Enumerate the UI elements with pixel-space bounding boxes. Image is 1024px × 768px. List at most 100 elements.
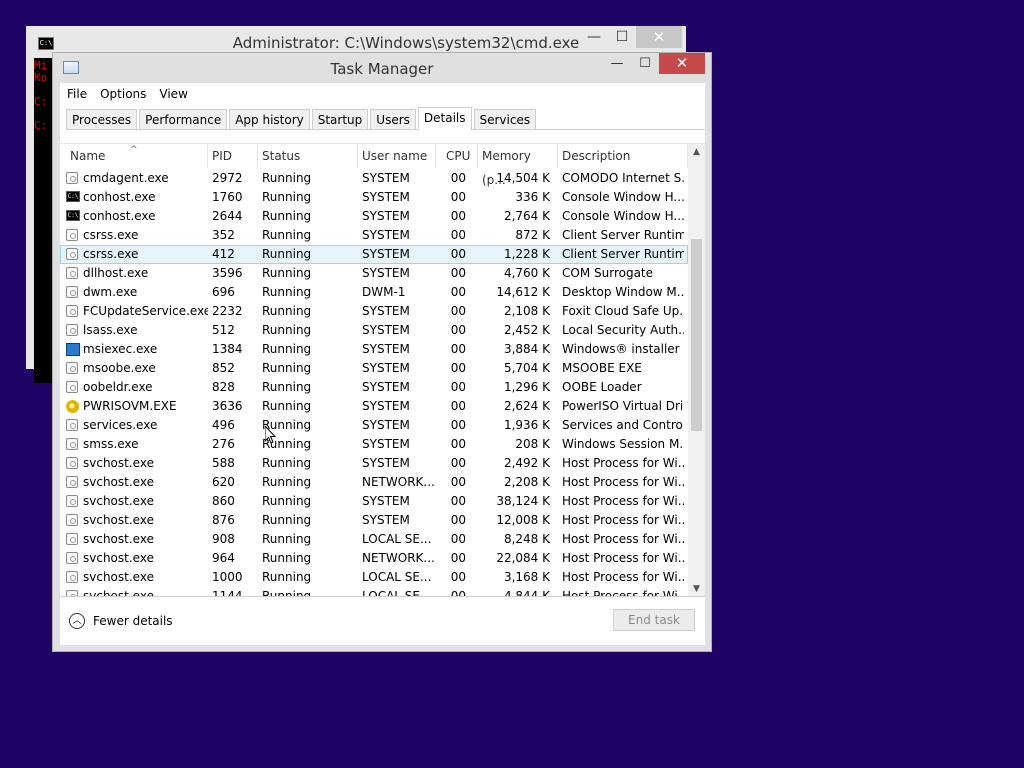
process-status: Running — [262, 475, 312, 489]
table-row[interactable]: svchost.exe 588 Running SYSTEM 00 2,492 K Host… — [60, 454, 688, 473]
table-row[interactable]: svchost.exe 876 Running SYSTEM 00 12,008 K Hos… — [60, 511, 688, 530]
table-row[interactable]: C:\ conhost.exe 2644 Running SYSTEM 00 2,764 K… — [60, 207, 688, 226]
tab-startup[interactable]: Startup — [311, 109, 369, 129]
tab-app-history[interactable]: App history — [229, 109, 310, 129]
table-row[interactable]: C:\ conhost.exe 1760 Running SYSTEM 00 336 K Co… — [60, 188, 688, 207]
table-row[interactable]: dllhost.exe 3596 Running SYSTEM 00 4,760 K COM… — [60, 264, 688, 283]
task-manager-titlebar[interactable]: Task Manager — ☐ ✕ — [53, 53, 711, 83]
fewer-details-button[interactable]: ︿ Fewer details — [69, 613, 173, 629]
cmd-console-area[interactable]: Mi Ko C: C: — [34, 58, 54, 383]
column-header-memory[interactable]: Memory (p... — [478, 144, 558, 187]
maximize-button[interactable]: ☐ — [608, 26, 636, 48]
process-user-name: SYSTEM — [362, 437, 410, 451]
table-row[interactable]: smss.exe 276 Running SYSTEM 00 208 K Windows S… — [60, 435, 688, 454]
maximize-button[interactable]: ☐ — [631, 53, 659, 74]
process-name: csrss.exe — [83, 228, 139, 242]
process-status: Running — [262, 551, 312, 565]
process-user-name: SYSTEM — [362, 190, 410, 204]
process-icon-cell — [66, 476, 81, 489]
table-row[interactable]: dwm.exe 696 Running DWM-1 00 14,612 K Desktop … — [60, 283, 688, 302]
process-icon-cell — [66, 457, 81, 470]
process-icon-cell — [66, 514, 81, 527]
process-description: PowerISO Virtual Dri... — [562, 399, 684, 413]
tab-performance[interactable]: Performance — [139, 109, 228, 129]
scroll-thumb[interactable] — [691, 239, 702, 431]
tab-details[interactable]: Details — [417, 107, 472, 130]
table-row[interactable]: cmdagent.exe 2972 Running SYSTEM 00 14,504 K C… — [60, 169, 688, 188]
process-name: conhost.exe — [83, 209, 156, 223]
process-icon — [66, 248, 78, 260]
process-memory: 38,124 K — [496, 494, 550, 508]
column-header-user-name[interactable]: User name — [358, 144, 436, 168]
process-status: Running — [262, 494, 312, 508]
console-line: Ko — [34, 71, 48, 84]
process-pid: 964 — [212, 551, 235, 565]
table-row[interactable]: csrss.exe 412 Running SYSTEM 00 1,228 K Client… — [60, 245, 688, 264]
table-row[interactable]: csrss.exe 352 Running SYSTEM 00 872 K Client S… — [60, 226, 688, 245]
column-header-status[interactable]: Status — [258, 144, 358, 168]
column-header-description[interactable]: Description — [558, 144, 688, 168]
process-icon-cell — [66, 229, 81, 242]
process-icon — [66, 324, 78, 336]
close-button[interactable]: ✕ — [659, 53, 705, 74]
column-header-cpu[interactable]: CPU — [436, 144, 478, 168]
table-row[interactable]: FCUpdateService.exe 2232 Running SYSTEM 00 2,… — [60, 302, 688, 321]
process-description: Windows Session M... — [562, 437, 684, 451]
tab-users[interactable]: Users — [370, 109, 416, 129]
task-manager-window[interactable]: Task Manager — ☐ ✕ File Options View Pro… — [52, 52, 712, 652]
process-icon — [66, 286, 78, 298]
process-description: Client Server Runtim... — [562, 228, 684, 242]
process-name: svchost.exe — [83, 494, 154, 508]
process-cpu: 00 — [450, 323, 466, 337]
process-user-name: SYSTEM — [362, 380, 410, 394]
end-task-button[interactable]: End task — [613, 609, 695, 631]
process-description: Host Process for Wi... — [562, 513, 684, 527]
table-row[interactable]: services.exe 496 Running SYSTEM 00 1,936 K Ser… — [60, 416, 688, 435]
minimize-button[interactable]: — — [580, 26, 608, 48]
process-status: Running — [262, 266, 312, 280]
table-row[interactable]: svchost.exe 908 Running LOCAL SE... 00 8,248 … — [60, 530, 688, 549]
menu-options[interactable]: Options — [100, 87, 146, 101]
process-name: lsass.exe — [83, 323, 138, 337]
table-row[interactable]: svchost.exe 964 Running NETWORK... 00 22,084 … — [60, 549, 688, 568]
process-user-name: SYSTEM — [362, 399, 410, 413]
details-grid: ^ Name PID Status User name CPU Memory (… — [60, 143, 705, 598]
process-name: svchost.exe — [83, 570, 154, 584]
process-icon-cell — [66, 324, 81, 337]
scroll-up-icon[interactable]: ▲ — [688, 144, 705, 161]
process-description: Console Window H... — [562, 209, 684, 223]
process-cpu: 00 — [450, 456, 466, 470]
table-row[interactable]: msiexec.exe 1384 Running SYSTEM 00 3,884 K Win… — [60, 340, 688, 359]
process-memory: 12,008 K — [496, 513, 550, 527]
process-name: dllhost.exe — [83, 266, 149, 280]
process-description: COMODO Internet S... — [562, 171, 684, 185]
tab-processes[interactable]: Processes — [66, 109, 138, 129]
column-header-name[interactable]: ^ Name — [60, 144, 208, 168]
process-pid: 412 — [212, 247, 235, 261]
task-manager-client: File Options View Processes Performance … — [60, 83, 705, 645]
vertical-scrollbar[interactable]: ▲ ▼ — [688, 144, 705, 598]
process-description: Host Process for Wi... — [562, 570, 684, 584]
process-cpu: 00 — [450, 475, 466, 489]
process-name: FCUpdateService.exe — [83, 304, 208, 318]
tab-services[interactable]: Services — [473, 109, 537, 129]
process-icon — [66, 476, 78, 488]
table-row[interactable]: svchost.exe 860 Running SYSTEM 00 38,124 K Hos… — [60, 492, 688, 511]
table-row[interactable]: PWRISOVM.EXE 3636 Running SYSTEM 00 2,624 K Po… — [60, 397, 688, 416]
minimize-button[interactable]: — — [603, 53, 631, 74]
process-name: svchost.exe — [83, 532, 154, 546]
table-row[interactable]: svchost.exe 1000 Running LOCAL SE... 00 3,168… — [60, 568, 688, 587]
table-row[interactable]: svchost.exe 620 Running NETWORK... 00 2,208 K… — [60, 473, 688, 492]
process-memory: 1,228 K — [503, 247, 550, 261]
menu-view[interactable]: View — [159, 87, 187, 101]
close-button[interactable]: ✕ — [636, 26, 682, 48]
process-user-name: SYSTEM — [362, 418, 410, 432]
menu-file[interactable]: File — [67, 87, 87, 101]
table-row[interactable]: lsass.exe 512 Running SYSTEM 00 2,452 K Local … — [60, 321, 688, 340]
process-memory: 2,624 K — [503, 399, 550, 413]
process-cpu: 00 — [450, 247, 466, 261]
process-user-name: LOCAL SE... — [362, 532, 432, 546]
column-header-pid[interactable]: PID — [208, 144, 258, 168]
table-row[interactable]: oobeldr.exe 828 Running SYSTEM 00 1,296 K OOBE… — [60, 378, 688, 397]
table-row[interactable]: msoobe.exe 852 Running SYSTEM 00 5,704 K MSOOB… — [60, 359, 688, 378]
